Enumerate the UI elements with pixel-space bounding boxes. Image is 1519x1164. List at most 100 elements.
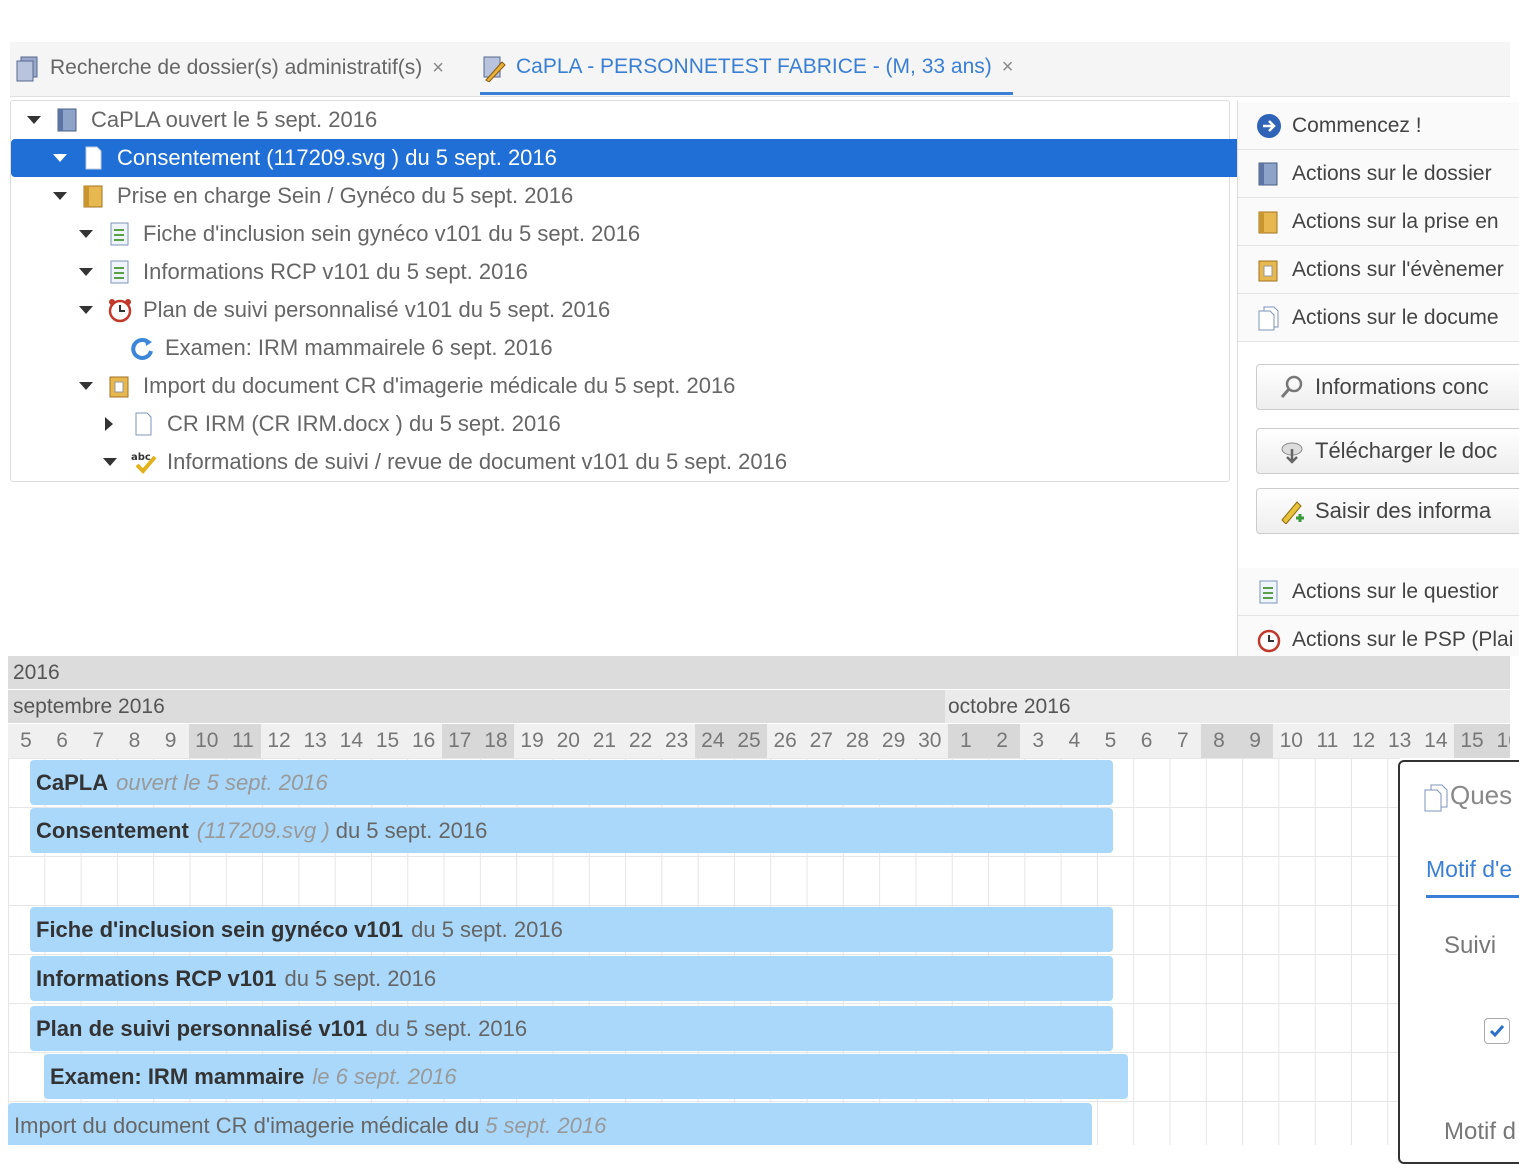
timeline-day: 5 bbox=[1104, 729, 1117, 752]
tree-item-informations-rcp[interactable]: Informations RCP v101 du 5 sept. 2016 bbox=[11, 253, 1297, 291]
binder-icon bbox=[1256, 161, 1280, 187]
svg-text:abc: abc bbox=[131, 452, 151, 463]
close-icon[interactable]: × bbox=[1002, 56, 1014, 79]
timeline-day: 12 bbox=[1351, 729, 1376, 752]
tree-item-cr-irm[interactable]: CR IRM (CR IRM.docx ) du 5 sept. 2016 bbox=[11, 405, 1323, 443]
bar-date: le 6 sept. 2016 bbox=[312, 1063, 457, 1089]
chevron-down-icon[interactable] bbox=[53, 154, 67, 162]
informations-button[interactable]: Informations conc bbox=[1256, 364, 1519, 410]
folder-icon bbox=[1256, 209, 1280, 235]
tree-label: Consentement (117209.svg ) du 5 sept. 20… bbox=[117, 145, 557, 170]
popup-checkbox[interactable] bbox=[1484, 1018, 1510, 1044]
timeline-bar-import-document[interactable]: Import du document CR d'imagerie médical… bbox=[8, 1103, 1092, 1145]
timeline-bar-fiche-inclusion[interactable]: Fiche d'inclusion sein gynéco v101 du 5 s… bbox=[30, 907, 1113, 952]
tab-label: CaPLA - PERSONNETEST FABRICE - (M, 33 an… bbox=[516, 55, 992, 78]
tab-capla-patient[interactable]: CaPLA - PERSONNETEST FABRICE - (M, 33 an… bbox=[480, 42, 1014, 95]
tree-label: CaPLA ouvert le 5 sept. 2016 bbox=[91, 107, 378, 132]
tree-item-examen-irm[interactable]: Examen: IRM mammairele 6 sept. 2016 bbox=[11, 329, 1347, 367]
bar-date: 5 sept. 2016 bbox=[485, 1112, 607, 1138]
timeline-day: 18 bbox=[477, 724, 514, 758]
close-icon[interactable]: × bbox=[432, 57, 444, 80]
chevron-down-icon[interactable] bbox=[27, 116, 41, 124]
tree-item-fiche-inclusion[interactable]: Fiche d'inclusion sein gynéco v101 du 5 … bbox=[11, 215, 1297, 253]
folders-icon bbox=[14, 55, 38, 82]
questionnaire-actions[interactable]: Actions sur le questior bbox=[1238, 568, 1519, 616]
timeline-day: 7 bbox=[1176, 729, 1189, 752]
timeline-day: 7 bbox=[92, 729, 105, 752]
timeline-day: 15 bbox=[375, 729, 400, 752]
timeline-bar-examen-irm[interactable]: Examen: IRM mammaire le 6 sept. 2016 bbox=[44, 1054, 1128, 1099]
timeline-day: 23 bbox=[665, 729, 689, 752]
evenement-actions[interactable]: Actions sur l'évènemer bbox=[1238, 246, 1519, 294]
document-stack-icon bbox=[1422, 783, 1448, 811]
timeline-day: 8 bbox=[128, 729, 141, 752]
tree-item-consentement[interactable]: Consentement (117209.svg ) du 5 sept. 20… bbox=[11, 139, 1271, 177]
month-october: octobre 2016 bbox=[948, 690, 1071, 723]
folder-icon bbox=[81, 183, 105, 209]
chevron-down-icon[interactable] bbox=[79, 230, 93, 238]
timeline-day: 19 bbox=[520, 729, 544, 752]
tab-search-dossiers[interactable]: Recherche de dossier(s) administratif(s)… bbox=[14, 42, 444, 94]
document-actions[interactable]: Actions sur le docume bbox=[1238, 294, 1519, 342]
tree-item-informations-suivi[interactable]: abc Informations de suivi / revue de doc… bbox=[11, 443, 1321, 481]
timeline-day: 2 bbox=[984, 724, 1021, 758]
timeline-day: 20 bbox=[556, 729, 580, 752]
chevron-down-icon[interactable] bbox=[79, 306, 93, 314]
timeline-day: 15 bbox=[1454, 724, 1490, 758]
dossier-tree: CaPLA ouvert le 5 sept. 2016 Consentemen… bbox=[10, 100, 1271, 482]
timeline-bar-plan-suivi[interactable]: Plan de suivi personnalisé v101 du 5 sept… bbox=[30, 1006, 1113, 1051]
search-icon bbox=[1279, 374, 1303, 400]
timeline-year: 2016 bbox=[8, 656, 1510, 689]
timeline-day: 26 bbox=[773, 729, 797, 752]
timeline-day: 4 bbox=[1068, 729, 1081, 752]
timeline-day: 11 bbox=[1316, 729, 1339, 752]
dossier-actions[interactable]: Actions sur le dossier bbox=[1238, 150, 1519, 198]
start-action[interactable]: Commencez ! bbox=[1238, 102, 1519, 150]
timeline-day: 29 bbox=[881, 729, 906, 752]
form-icon bbox=[1256, 579, 1280, 605]
download-button[interactable]: Télécharger le doc bbox=[1256, 428, 1519, 474]
timeline-day: 9 bbox=[1237, 724, 1274, 758]
tree-item-plan-suivi[interactable]: Plan de suivi personnalisé v101 du 5 sep… bbox=[11, 291, 1297, 329]
timeline-day: 1 bbox=[947, 724, 984, 758]
timeline-day: 10 bbox=[188, 724, 225, 758]
action-label: Actions sur le questior bbox=[1292, 579, 1499, 603]
timeline-day: 12 bbox=[267, 729, 291, 752]
chevron-down-icon[interactable] bbox=[53, 192, 67, 200]
timeline-grid: CaPLA ouvert le 5 sept. 2016 Consentement… bbox=[8, 758, 1400, 1145]
popup-field-suivi: Suivi bbox=[1444, 932, 1497, 959]
timeline-day: 21 bbox=[592, 729, 617, 752]
timeline-day: 22 bbox=[628, 729, 653, 752]
chevron-down-icon[interactable] bbox=[79, 382, 93, 390]
popup-tab-motif[interactable]: Motif d'e bbox=[1426, 856, 1519, 898]
timeline-months: septembre 2016 octobre 2016 bbox=[8, 690, 1510, 723]
tree-item-prise-en-charge[interactable]: Prise en charge Sein / Gynéco du 5 sept.… bbox=[11, 177, 1271, 215]
alarm-clock-icon bbox=[1256, 627, 1281, 653]
psp-actions[interactable]: Actions sur le PSP (Plai bbox=[1238, 616, 1519, 656]
tree-item-capla[interactable]: CaPLA ouvert le 5 sept. 2016 bbox=[11, 101, 1245, 139]
timeline-bar-capla[interactable]: CaPLA ouvert le 5 sept. 2016 bbox=[30, 760, 1113, 805]
chevron-right-icon[interactable] bbox=[105, 417, 113, 431]
form-icon bbox=[107, 221, 131, 247]
chevron-down-icon[interactable] bbox=[103, 458, 117, 466]
action-label: Actions sur l'évènemer bbox=[1292, 257, 1504, 281]
action-label: Actions sur le PSP (Plai bbox=[1292, 627, 1514, 651]
timeline-day: 6 bbox=[1140, 729, 1153, 752]
button-label: Saisir des informa bbox=[1315, 498, 1492, 523]
chevron-down-icon[interactable] bbox=[79, 268, 93, 276]
bar-title: Import du document CR d'imagerie médical… bbox=[14, 1112, 480, 1138]
action-label: Actions sur le docume bbox=[1292, 305, 1499, 329]
action-label: Actions sur la prise en bbox=[1292, 209, 1499, 233]
tree-item-import-document[interactable]: Import du document CR d'imagerie médical… bbox=[11, 367, 1297, 405]
prise-en-charge-actions[interactable]: Actions sur la prise en bbox=[1238, 198, 1519, 246]
timeline-bar-consentement[interactable]: Consentement (117209.svg ) du 5 sept. 2016 bbox=[30, 808, 1113, 853]
document-icon bbox=[131, 411, 155, 437]
month-label: septembre 2016 bbox=[13, 694, 165, 718]
timeline-day: 28 bbox=[845, 729, 870, 752]
alarm-clock-icon bbox=[107, 297, 132, 323]
timeline-bar-informations-rcp[interactable]: Informations RCP v101 du 5 sept. 2016 bbox=[30, 956, 1113, 1001]
pencil-add-icon bbox=[1279, 498, 1304, 525]
document-icon bbox=[81, 145, 105, 171]
saisir-button[interactable]: Saisir des informa bbox=[1256, 488, 1519, 534]
arrow-right-circle-icon bbox=[1256, 113, 1281, 139]
